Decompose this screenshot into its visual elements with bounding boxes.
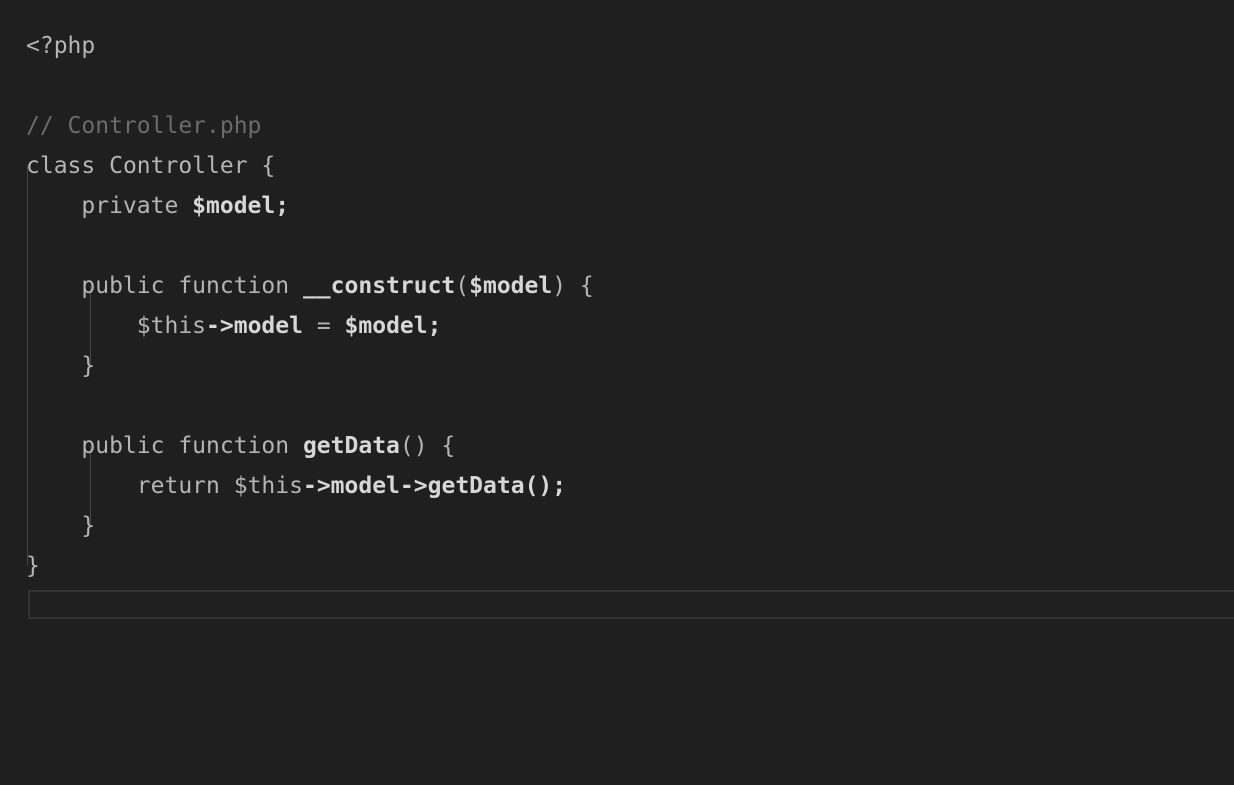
horizontal-scrollbar[interactable]	[28, 590, 1234, 619]
code-editor: <?php // Controller.php class Controller {…	[0, 0, 1234, 785]
code-token: public function	[26, 273, 303, 299]
code-token: ->	[206, 313, 234, 339]
code-token: return	[26, 473, 234, 499]
code-token: public function	[26, 433, 303, 459]
code-token: {	[247, 153, 276, 179]
code-token: __construct	[302, 273, 456, 299]
code-line[interactable]: $this->model = $model;	[26, 306, 442, 346]
code-line[interactable]: public function __construct($model) {	[26, 266, 594, 306]
code-token: class	[26, 153, 110, 179]
code-token: =	[302, 313, 345, 339]
code-line[interactable]: private $model;	[26, 186, 289, 226]
code-token: getData	[427, 473, 525, 499]
code-token: model	[233, 313, 303, 339]
code-line[interactable]: class Controller {	[26, 146, 275, 186]
code-token: ) {	[552, 273, 594, 299]
code-token: ->	[399, 473, 428, 499]
code-token: }	[26, 553, 40, 579]
code-token: $model	[469, 273, 553, 299]
code-line[interactable]: <?php	[26, 26, 95, 66]
code-line[interactable]: // Controller.php	[26, 106, 261, 146]
code-token: }	[26, 513, 96, 539]
code-line[interactable]: }	[26, 506, 95, 546]
code-token: // Controller.php	[26, 113, 262, 139]
code-line[interactable]: }	[26, 546, 40, 586]
code-token: (	[455, 273, 470, 299]
code-token: ->	[302, 473, 331, 499]
code-surface[interactable]: <?php // Controller.php class Controller {…	[0, 0, 1234, 590]
code-token: <?php	[26, 33, 96, 59]
code-token: getData	[302, 433, 400, 459]
code-token: ();	[524, 473, 567, 499]
code-token: model	[330, 473, 400, 499]
code-line[interactable]: public function getData() {	[26, 426, 455, 466]
code-token: $this	[136, 313, 207, 339]
code-token: $model;	[192, 193, 290, 219]
code-token: private	[26, 193, 193, 219]
code-token: $model;	[344, 313, 442, 339]
code-token: () {	[399, 433, 456, 459]
code-token: }	[26, 353, 96, 379]
code-token: $this	[233, 473, 303, 499]
code-token: Controller	[109, 153, 248, 179]
code-line[interactable]: return $this->model->getData();	[26, 466, 566, 506]
code-line[interactable]: }	[26, 346, 95, 386]
